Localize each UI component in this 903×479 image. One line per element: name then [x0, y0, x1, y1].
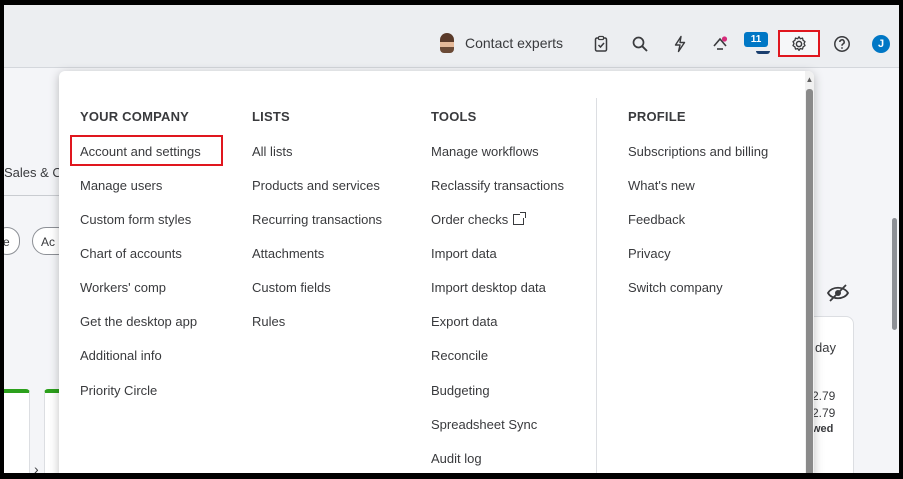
background-pill-a[interactable]: e: [4, 227, 20, 255]
clipboard-icon[interactable]: [589, 32, 613, 56]
expert-avatar-icon: [440, 33, 454, 53]
chevron-right-icon[interactable]: ›: [34, 461, 39, 473]
menu-item-manage-users[interactable]: Manage users: [80, 178, 162, 193]
menu-item-privacy[interactable]: Privacy: [628, 246, 671, 261]
contact-experts-label: Contact experts: [465, 35, 564, 51]
column-title-lists: LISTS: [252, 109, 290, 124]
menu-item-rules[interactable]: Rules: [252, 314, 285, 329]
menu-item-import-desktop-data[interactable]: Import desktop data: [431, 280, 546, 295]
page-scrollbar[interactable]: [892, 218, 897, 330]
menu-item-feedback[interactable]: Feedback: [628, 212, 685, 227]
lightning-icon[interactable]: [668, 32, 692, 56]
menu-item-export-data[interactable]: Export data: [431, 314, 498, 329]
menu-item-additional-info[interactable]: Additional info: [80, 348, 162, 363]
menu-item-desktop-app[interactable]: Get the desktop app: [80, 314, 197, 329]
background-tab-divider: [4, 195, 64, 196]
right-card-line2: 2.79: [812, 389, 836, 403]
bell-icon: [756, 46, 770, 54]
menu-item-whats-new[interactable]: What's new: [628, 178, 695, 193]
menu-scrollbar-thumb[interactable]: [806, 89, 813, 473]
menu-item-budgeting[interactable]: Budgeting: [431, 383, 490, 398]
menu-item-switch-company[interactable]: Switch company: [628, 280, 723, 295]
gear-icon: [792, 35, 806, 51]
menu-item-subscriptions-billing[interactable]: Subscriptions and billing: [628, 144, 768, 159]
menu-item-products-services[interactable]: Products and services: [252, 178, 380, 193]
top-bar: Contact experts 11 J: [4, 5, 899, 68]
search-icon[interactable]: [628, 32, 652, 56]
menu-item-custom-fields[interactable]: Custom fields: [252, 280, 331, 295]
menu-item-import-data[interactable]: Import data: [431, 246, 497, 261]
menu-item-reclassify-transactions[interactable]: Reclassify transactions: [431, 178, 564, 193]
background-card-1: [4, 389, 30, 473]
app-window: Contact experts 11 J Sales & C e Ac › da…: [4, 5, 899, 473]
menu-item-custom-form-styles[interactable]: Custom form styles: [80, 212, 191, 227]
menu-item-reconcile[interactable]: Reconcile: [431, 348, 488, 363]
menu-item-attachments[interactable]: Attachments: [252, 246, 324, 261]
user-avatar[interactable]: J: [872, 35, 890, 53]
apps-icon[interactable]: [708, 32, 732, 56]
column-title-tools: TOOLS: [431, 109, 477, 124]
background-tab-sales[interactable]: Sales & C: [4, 165, 62, 180]
menu-item-all-lists[interactable]: All lists: [252, 144, 292, 159]
menu-item-recurring-transactions[interactable]: Recurring transactions: [252, 212, 382, 227]
menu-item-order-checks[interactable]: Order checks: [431, 212, 527, 227]
contact-experts-button[interactable]: Contact experts: [440, 33, 563, 53]
scroll-up-arrow-icon[interactable]: ▲: [805, 75, 814, 84]
settings-menu: YOUR COMPANY Account and settings Manage…: [59, 71, 814, 473]
menu-item-chart-of-accounts[interactable]: Chart of accounts: [80, 246, 182, 261]
column-title-your-company: YOUR COMPANY: [80, 109, 190, 124]
menu-item-spreadsheet-sync[interactable]: Spreadsheet Sync: [431, 417, 537, 432]
right-card-line3: 2.79: [812, 406, 836, 420]
right-card-line4: wed: [812, 423, 834, 435]
menu-item-workers-comp[interactable]: Workers' comp: [80, 280, 166, 295]
menu-item-manage-workflows[interactable]: Manage workflows: [431, 144, 539, 159]
hide-eye-icon[interactable]: [826, 283, 850, 303]
menu-item-order-checks-label: Order checks: [431, 212, 509, 227]
settings-gear-button[interactable]: [778, 30, 820, 57]
menu-item-account-settings[interactable]: Account and settings: [80, 144, 201, 159]
column-divider: [596, 98, 597, 473]
external-link-icon: [513, 212, 527, 225]
menu-item-priority-circle[interactable]: Priority Circle: [80, 383, 157, 398]
column-title-profile: PROFILE: [628, 109, 686, 124]
menu-item-audit-log[interactable]: Audit log: [431, 451, 482, 466]
help-icon[interactable]: [830, 32, 854, 56]
notification-badge[interactable]: 11: [744, 32, 768, 47]
right-card-line1: day: [815, 340, 836, 355]
